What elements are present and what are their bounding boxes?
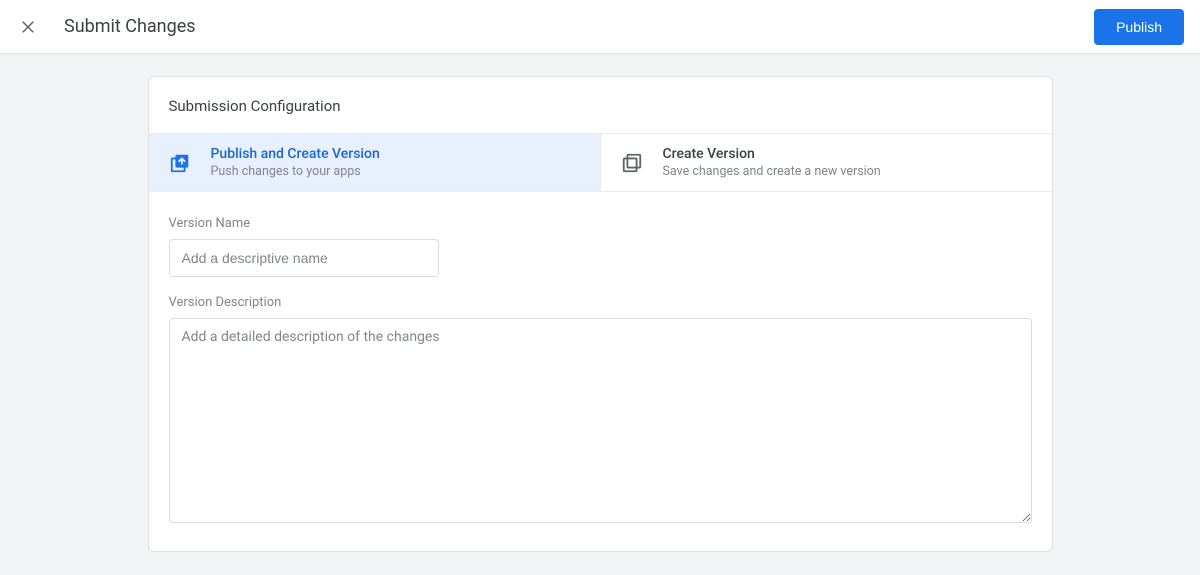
publish-upload-icon	[169, 152, 191, 174]
option-title: Publish and Create Version	[211, 146, 380, 162]
option-publish-and-create-version[interactable]: Publish and Create Version Push changes …	[149, 134, 600, 191]
options-row: Publish and Create Version Push changes …	[149, 134, 1052, 192]
option-create-version[interactable]: Create Version Save changes and create a…	[600, 134, 1052, 191]
option-text: Publish and Create Version Push changes …	[211, 146, 380, 179]
main: Submission Configuration Publish and Cre…	[0, 54, 1200, 552]
option-subtitle: Save changes and create a new version	[663, 164, 881, 179]
close-icon	[19, 18, 37, 36]
card-title: Submission Configuration	[149, 77, 1052, 134]
publish-button[interactable]: Publish	[1094, 9, 1184, 45]
version-description-label: Version Description	[169, 295, 1032, 310]
option-subtitle: Push changes to your apps	[211, 164, 380, 179]
version-name-label: Version Name	[169, 216, 1032, 231]
version-copy-icon	[621, 152, 643, 174]
page-title: Submit Changes	[64, 16, 196, 37]
header: Submit Changes Publish	[0, 0, 1200, 54]
option-title: Create Version	[663, 146, 881, 162]
form-area: Version Name Version Description	[149, 192, 1052, 551]
version-description-input[interactable]	[169, 318, 1032, 523]
submission-card: Submission Configuration Publish and Cre…	[148, 76, 1053, 552]
header-left: Submit Changes	[16, 15, 196, 39]
option-text: Create Version Save changes and create a…	[663, 146, 881, 179]
close-button[interactable]	[16, 15, 40, 39]
version-name-input[interactable]	[169, 239, 439, 277]
